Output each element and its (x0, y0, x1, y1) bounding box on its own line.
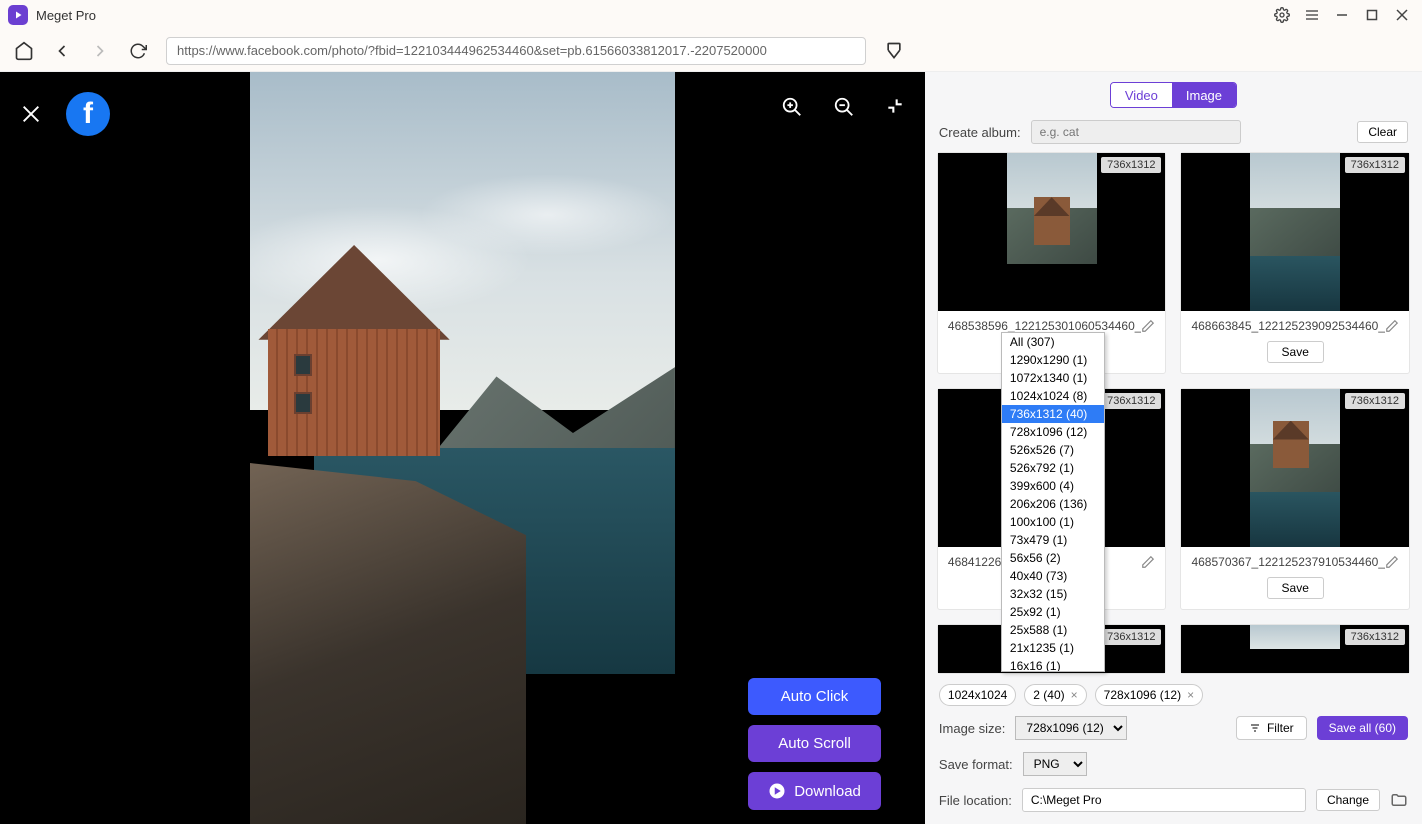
dropdown-item[interactable]: 1290x1290 (1) (1002, 351, 1104, 369)
image-size-label: Image size: (939, 721, 1005, 736)
image-size-select[interactable]: 728x1096 (12) (1015, 716, 1127, 740)
app-title: Meget Pro (36, 8, 96, 23)
thumbnail-card: 736x1312 (1180, 624, 1410, 674)
album-name-input[interactable] (1031, 120, 1241, 144)
save-format-select[interactable]: PNG (1023, 752, 1087, 776)
facebook-logo[interactable]: f (66, 92, 110, 136)
clear-button[interactable]: Clear (1357, 121, 1408, 143)
filter-button[interactable]: Filter (1236, 716, 1307, 740)
chip-remove-icon[interactable]: × (1071, 688, 1078, 702)
dropdown-item[interactable]: 399x600 (4) (1002, 477, 1104, 495)
dropdown-item[interactable]: 100x100 (1) (1002, 513, 1104, 531)
filter-chip[interactable]: 1024x1024 (939, 684, 1016, 706)
dropdown-item[interactable]: 526x792 (1) (1002, 459, 1104, 477)
dropdown-item[interactable]: All (307) (1002, 333, 1104, 351)
edit-icon[interactable] (1385, 319, 1399, 333)
paint-icon[interactable] (884, 41, 904, 61)
dropdown-item[interactable]: 25x92 (1) (1002, 603, 1104, 621)
thumb-filename: 468663845_122125239092534460_ (1191, 319, 1385, 333)
reload-icon[interactable] (128, 41, 148, 61)
zoom-out-icon[interactable] (833, 96, 855, 118)
close-button[interactable] (1390, 3, 1414, 27)
save-format-label: Save format: (939, 757, 1013, 772)
toolbar: https://www.facebook.com/photo/?fbid=122… (0, 30, 1422, 72)
thumb-filename: 468570367_122125237910534460_ (1191, 555, 1385, 569)
change-location-button[interactable]: Change (1316, 789, 1380, 811)
thumb-filename: 468538596_122125301060534460_ (948, 319, 1142, 333)
forward-icon[interactable] (90, 41, 110, 61)
edit-icon[interactable] (1385, 555, 1399, 569)
file-location-label: File location: (939, 793, 1012, 808)
mode-image[interactable]: Image (1172, 83, 1236, 107)
file-location-input[interactable] (1022, 788, 1306, 812)
zoom-in-icon[interactable] (781, 96, 803, 118)
dimension-badge: 736x1312 (1345, 393, 1405, 409)
menu-icon[interactable] (1300, 3, 1324, 27)
titlebar: Meget Pro (0, 0, 1422, 30)
chip-remove-icon[interactable]: × (1187, 688, 1194, 702)
filter-chip[interactable]: 2 (40)× (1024, 684, 1086, 706)
dropdown-item[interactable]: 32x32 (15) (1002, 585, 1104, 603)
auto-click-button[interactable]: Auto Click (748, 678, 881, 715)
filter-icon (1249, 722, 1261, 734)
dropdown-item[interactable]: 16x16 (1) (1002, 657, 1104, 672)
dropdown-item[interactable]: 728x1096 (12) (1002, 423, 1104, 441)
dropdown-item[interactable]: 206x206 (136) (1002, 495, 1104, 513)
download-button[interactable]: Download (748, 772, 881, 810)
dimension-badge: 736x1312 (1345, 629, 1405, 645)
fb-close-icon[interactable] (20, 103, 42, 125)
home-icon[interactable] (14, 41, 34, 61)
create-album-label: Create album: (939, 125, 1021, 140)
thumbnail-card: 736x1312 468570367_122125237910534460_ S… (1180, 388, 1410, 610)
download-label: Download (794, 783, 861, 800)
folder-icon[interactable] (1390, 791, 1408, 809)
save-all-button[interactable]: Save all (60) (1317, 716, 1408, 740)
dimension-badge: 736x1312 (1101, 629, 1161, 645)
back-icon[interactable] (52, 41, 72, 61)
main-photo (250, 72, 675, 824)
filter-chips: 1024x1024 2 (40)× 728x1096 (12)× (925, 680, 1422, 710)
dropdown-item[interactable]: 40x40 (73) (1002, 567, 1104, 585)
dropdown-item[interactable]: 736x1312 (40) (1002, 405, 1104, 423)
settings-icon[interactable] (1270, 3, 1294, 27)
url-bar[interactable]: https://www.facebook.com/photo/?fbid=122… (166, 37, 866, 65)
browser-view: f Auto Click Auto Scroll Download (0, 72, 925, 824)
mode-video[interactable]: Video (1111, 83, 1172, 107)
auto-scroll-button[interactable]: Auto Scroll (748, 725, 881, 762)
dropdown-item[interactable]: 1024x1024 (8) (1002, 387, 1104, 405)
side-panel: Video Image Create album: Clear 736x1312… (925, 72, 1422, 824)
edit-icon[interactable] (1141, 319, 1155, 333)
save-button[interactable]: Save (1267, 341, 1324, 363)
dropdown-item[interactable]: 56x56 (2) (1002, 549, 1104, 567)
minimize-button[interactable] (1330, 3, 1354, 27)
dropdown-item[interactable]: 25x588 (1) (1002, 621, 1104, 639)
fullscreen-exit-icon[interactable] (885, 96, 905, 118)
app-logo (8, 5, 28, 25)
maximize-button[interactable] (1360, 3, 1384, 27)
filter-chip[interactable]: 728x1096 (12)× (1095, 684, 1203, 706)
thumbnail-card: 736x1312 468663845_122125239092534460_ S… (1180, 152, 1410, 374)
thumbnail-grid: 736x1312 468538596_122125301060534460_ S… (925, 152, 1422, 680)
dimension-badge: 736x1312 (1345, 157, 1405, 173)
download-icon (768, 782, 786, 800)
dropdown-item[interactable]: 73x479 (1) (1002, 531, 1104, 549)
edit-icon[interactable] (1141, 555, 1155, 569)
mode-toggle: Video Image (1110, 82, 1237, 108)
url-text: https://www.facebook.com/photo/?fbid=122… (177, 43, 767, 58)
dimension-badge: 736x1312 (1101, 393, 1161, 409)
dimension-badge: 736x1312 (1101, 157, 1161, 173)
dropdown-item[interactable]: 21x1235 (1) (1002, 639, 1104, 657)
dropdown-item[interactable]: 1072x1340 (1) (1002, 369, 1104, 387)
size-dropdown[interactable]: All (307)1290x1290 (1)1072x1340 (1)1024x… (1001, 332, 1105, 672)
dropdown-item[interactable]: 526x526 (7) (1002, 441, 1104, 459)
save-button[interactable]: Save (1267, 577, 1324, 599)
